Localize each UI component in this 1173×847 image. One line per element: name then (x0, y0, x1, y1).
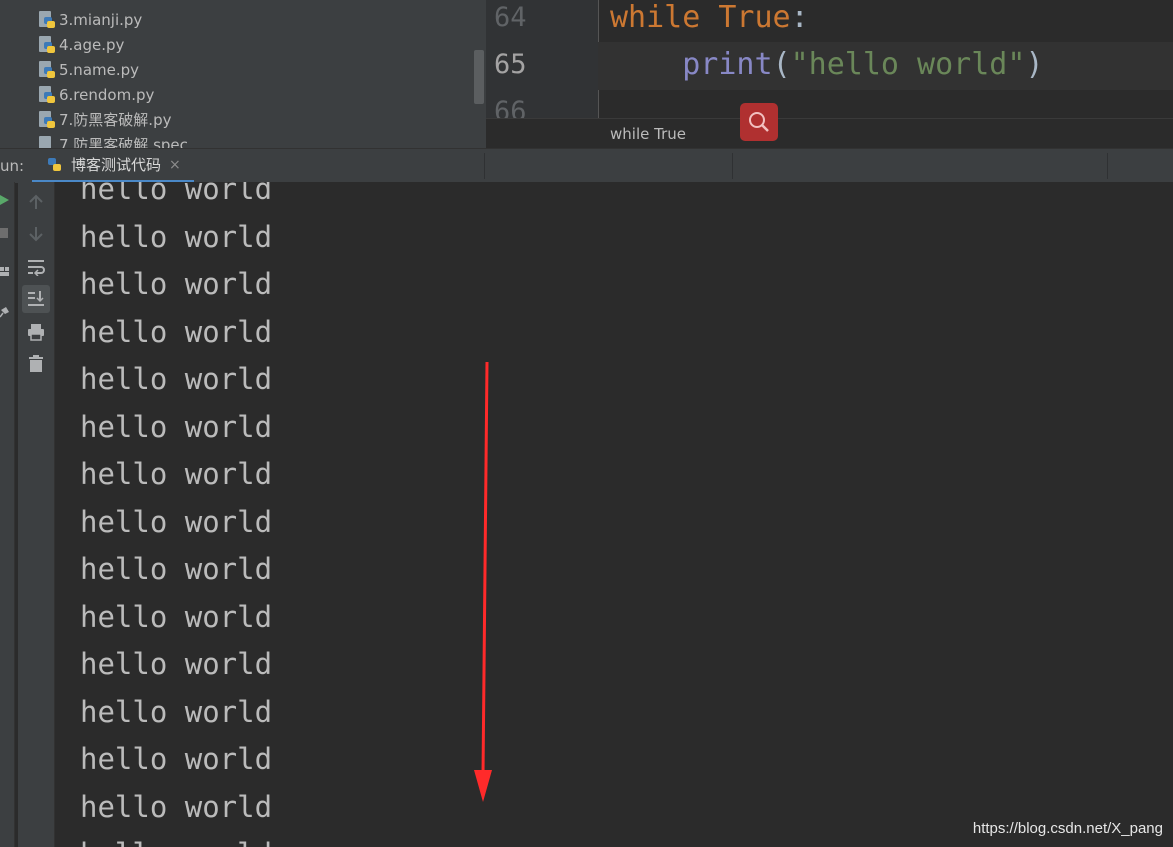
code-line-64[interactable]: while True: (610, 0, 809, 35)
run-actions-strip (0, 182, 15, 847)
tree-item-mianji[interactable]: 3.mianji.py (38, 7, 142, 32)
console-output[interactable]: hello world hello world hello world hell… (55, 182, 1173, 847)
console-line: hello world (80, 695, 273, 729)
console-line: hello world (80, 552, 273, 586)
scroll-to-end-button[interactable] (22, 285, 50, 313)
python-file-icon (38, 10, 56, 29)
clear-button[interactable] (22, 350, 50, 378)
search-icon (749, 112, 769, 132)
console-line: hello world (80, 647, 273, 681)
console-line: hello world (80, 410, 273, 444)
tree-item-label: 4.age.py (59, 35, 125, 54)
console-line: hello world (80, 220, 273, 254)
console-line: hello world (80, 267, 273, 301)
annotation-arrow (474, 361, 492, 802)
line-number: 64 (494, 2, 527, 33)
console-toolbar (18, 182, 55, 847)
tree-item-rendom[interactable]: 6.rendom.py (38, 82, 154, 107)
line-gutter: 64 65 66 (486, 0, 599, 118)
console-line: hello world (80, 315, 273, 349)
python-file-icon (38, 60, 56, 79)
console-line: hello world (80, 362, 273, 396)
print-icon (28, 324, 44, 341)
tab-label: 博客测试代码 (71, 156, 162, 174)
python-file-icon (38, 35, 56, 54)
tree-item-label: 6.rendom.py (59, 85, 155, 104)
console-line: hello world (80, 837, 272, 847)
trash-icon (29, 355, 43, 372)
down-button[interactable] (22, 220, 50, 248)
divider (732, 153, 733, 179)
console-line: hello world (80, 600, 273, 634)
python-file-icon (46, 156, 64, 174)
print-button[interactable] (22, 318, 50, 346)
python-file-icon (38, 110, 56, 129)
up-button[interactable] (22, 188, 50, 216)
breadcrumb-item[interactable]: while True (610, 125, 686, 143)
soft-wrap-button[interactable] (22, 253, 50, 281)
tree-item-name[interactable]: 5.name.py (38, 57, 139, 82)
run-icon[interactable] (0, 194, 12, 206)
soft-wrap-icon (28, 260, 45, 276)
close-icon[interactable]: × (169, 157, 181, 173)
pin-icon[interactable] (0, 306, 12, 318)
project-tree: 3.mianji.py 4.age.py 5.name.py 6.rendom.… (0, 0, 486, 150)
watermark: https://blog.csdn.net/X_pang (972, 820, 1163, 837)
code-line-65[interactable]: print("hello world") (610, 47, 1043, 82)
up-arrow-icon (29, 194, 43, 209)
search-button[interactable] (740, 103, 778, 141)
line-number-current: 65 (494, 49, 527, 80)
scroll-to-end-icon (28, 291, 44, 306)
tree-item-age[interactable]: 4.age.py (38, 32, 124, 57)
console-line: hello world (80, 182, 273, 206)
tree-scrollbar[interactable] (474, 50, 484, 104)
tab-run-config[interactable]: 博客测试代码 × (32, 149, 194, 183)
divider (1107, 153, 1108, 179)
console-line: hello world (80, 790, 273, 824)
breadcrumb: while True (486, 103, 1173, 149)
tree-item-label: 3.mianji.py (59, 10, 143, 29)
divider (484, 153, 485, 179)
python-file-icon (38, 85, 56, 104)
tree-item-anti-hack-py[interactable]: 7.防黑客破解.py (38, 107, 171, 132)
tree-item-label: 5.name.py (59, 60, 140, 79)
stop-icon[interactable] (0, 227, 12, 239)
line-number: 66 (494, 96, 527, 118)
tree-item-label: 7.防黑客破解.py (59, 111, 172, 129)
run-tool-window-header: un: 博客测试代码 × (0, 148, 1173, 184)
layout-icon[interactable] (0, 266, 12, 278)
console-line: hello world (80, 505, 273, 539)
code-editor[interactable]: 64 65 66 while True: print("hello world"… (486, 0, 1173, 118)
console-line: hello world (80, 457, 273, 491)
console-line: hello world (80, 742, 273, 776)
down-arrow-icon (29, 227, 43, 242)
run-label: un: (0, 157, 25, 175)
